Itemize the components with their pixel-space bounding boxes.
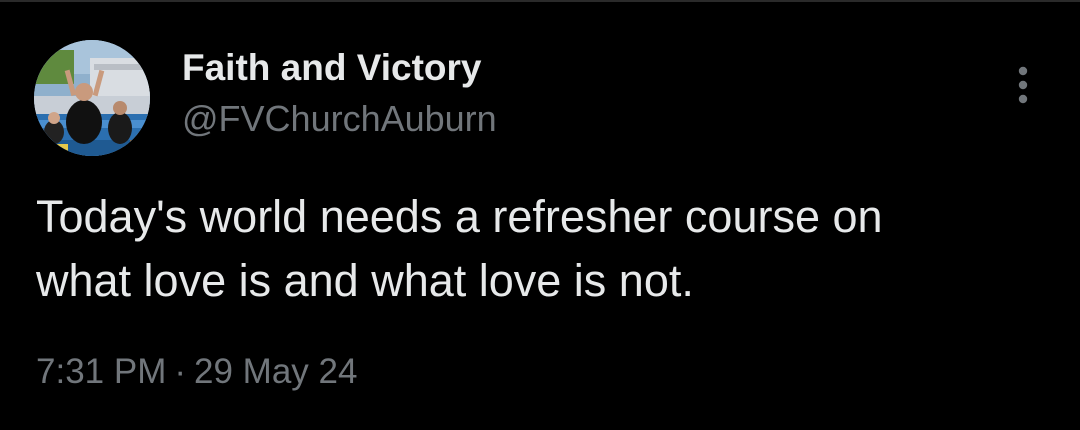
tweet-date[interactable]: 29 May 24 — [194, 352, 357, 391]
author-handle[interactable]: @FVChurchAuburn — [182, 97, 497, 141]
more-vertical-icon — [1018, 66, 1028, 104]
more-options-button[interactable] — [1004, 60, 1042, 110]
tweet[interactable]: Faith and Victory @FVChurchAuburn Today'… — [0, 0, 1080, 430]
author-display-name[interactable]: Faith and Victory — [182, 46, 482, 90]
tweet-text-line-1: Today's world needs a refresher course o… — [36, 191, 883, 242]
tweet-time[interactable]: 7:31 PM — [36, 352, 166, 391]
tweet-text-line-2: what love is and what love is not. — [36, 255, 694, 306]
meta-separator: · — [174, 352, 187, 391]
avatar[interactable] — [34, 40, 150, 156]
avatar-photo-icon — [34, 40, 150, 156]
tweet-meta: 7:31 PM · 29 May 24 — [36, 350, 357, 394]
tweet-text: Today's world needs a refresher course o… — [36, 185, 1046, 313]
